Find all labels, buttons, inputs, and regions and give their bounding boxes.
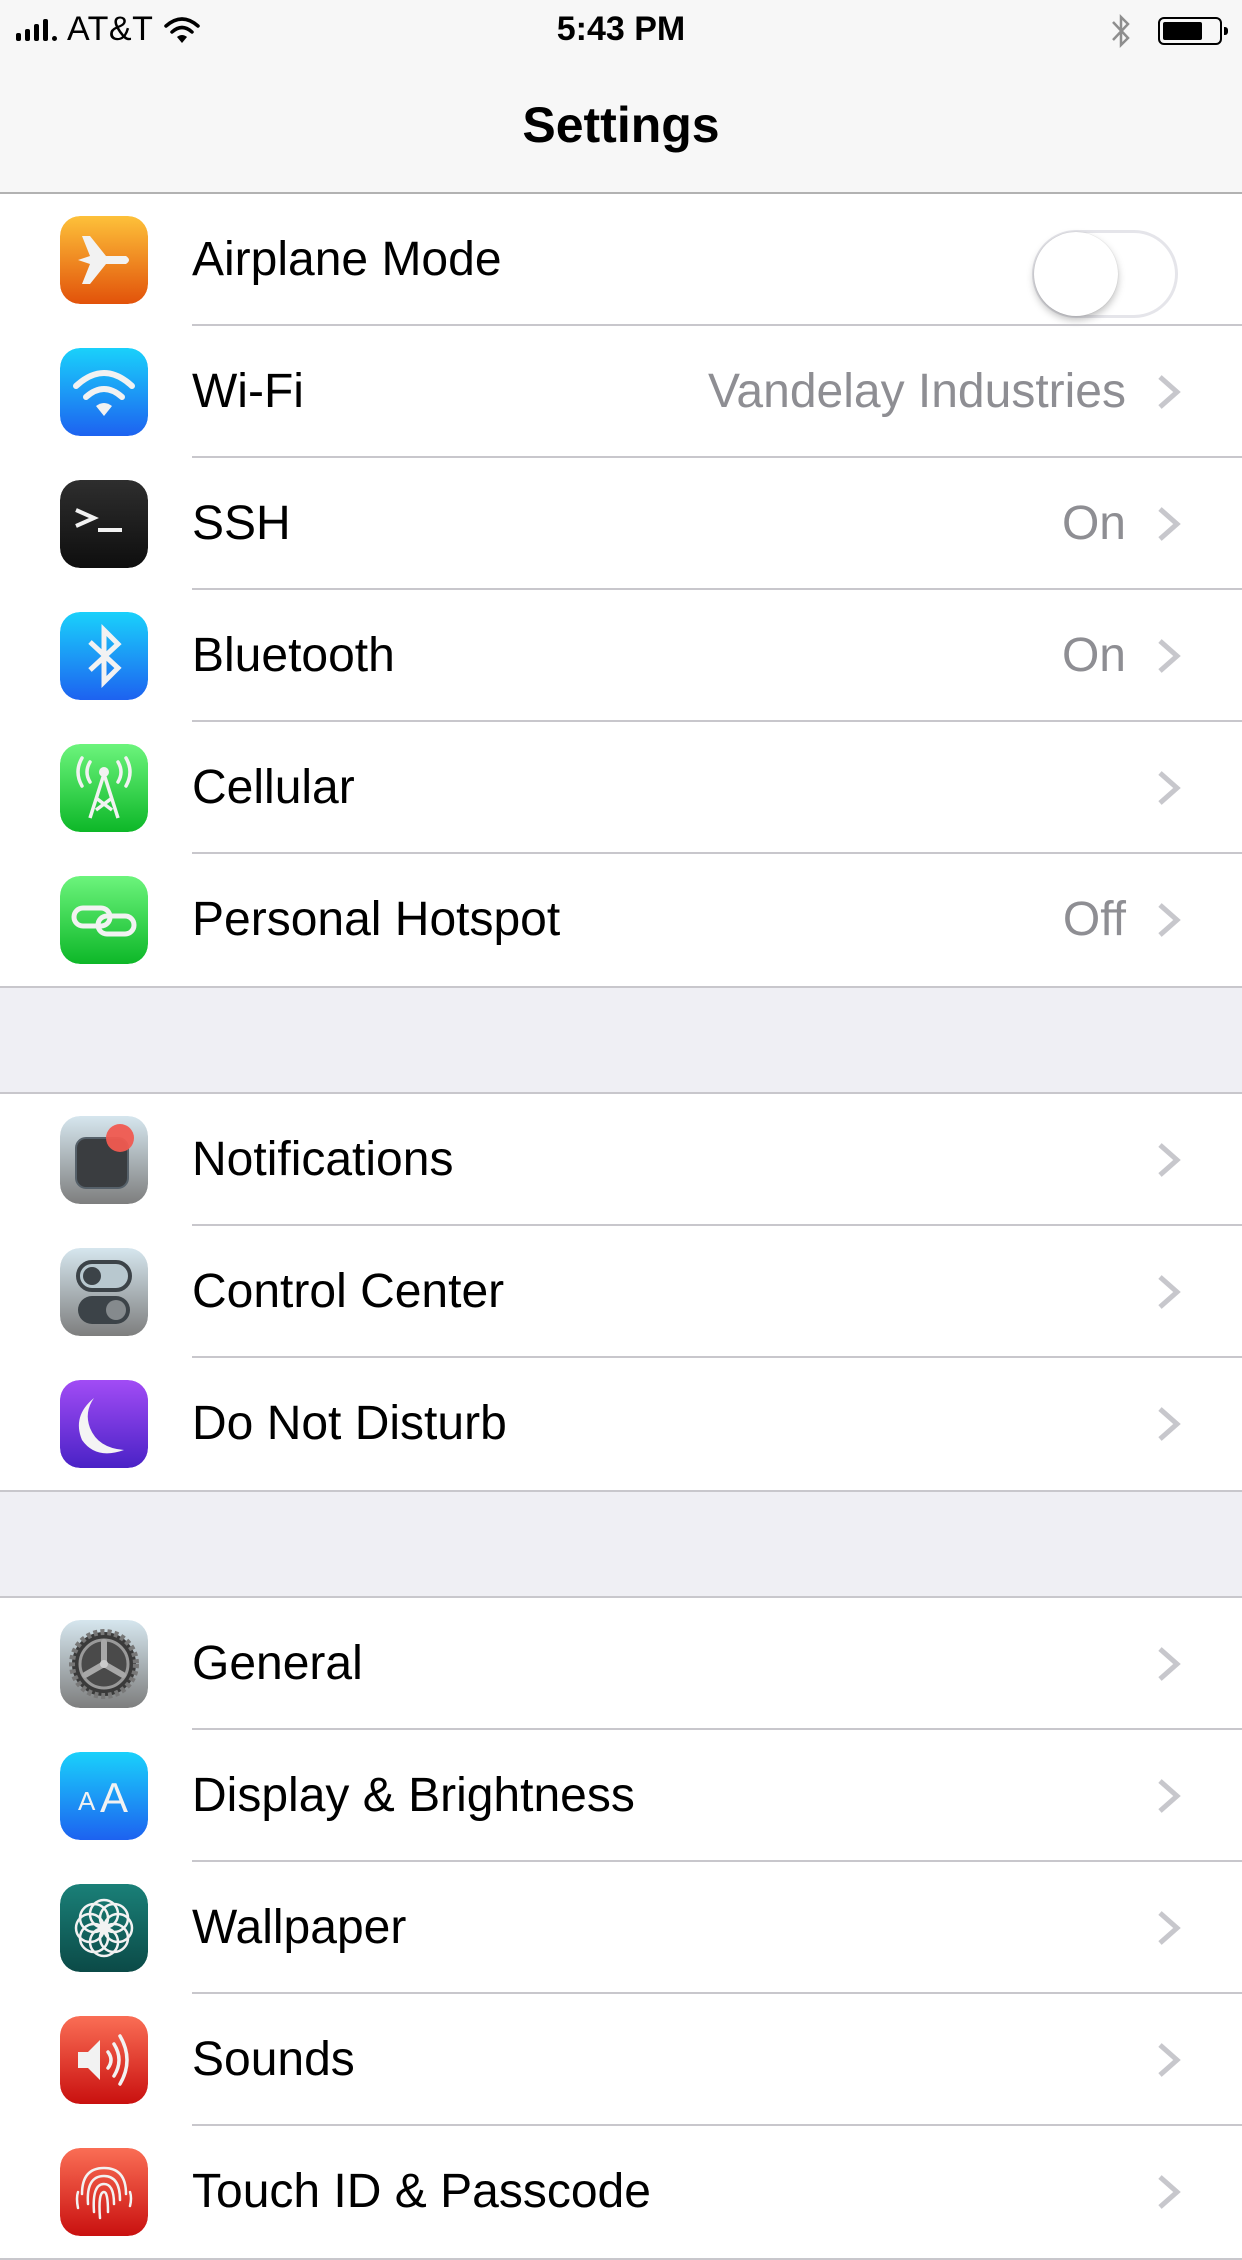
row-label: Cellular xyxy=(192,761,355,814)
row-label: Notifications xyxy=(192,1133,454,1186)
wifi-icon xyxy=(60,348,148,436)
settings-row-wi-fi[interactable]: Wi-Fi Vandelay Industries xyxy=(0,326,1242,458)
row-label: Touch ID & Passcode xyxy=(192,2165,651,2218)
svg-text:A: A xyxy=(78,1786,96,1816)
settings-row-cellular[interactable]: Cellular xyxy=(0,722,1242,854)
moon-icon xyxy=(60,1380,148,1468)
gear-icon xyxy=(60,1620,148,1708)
status-right xyxy=(1110,12,1228,50)
hotspot-link-icon xyxy=(60,876,148,964)
chevron-right-icon xyxy=(1156,638,1182,674)
settings-group-3: General A A Display & Brightness Wallpaper So… xyxy=(0,1596,1242,2260)
settings-row-general[interactable]: General xyxy=(0,1598,1242,1730)
settings-row-airplane-mode[interactable]: Airplane Mode xyxy=(0,194,1242,326)
row-label: Airplane Mode xyxy=(192,233,502,286)
chevron-right-icon xyxy=(1156,506,1182,542)
notifications-icon xyxy=(60,1116,148,1204)
settings-list: Airplane Mode Wi-Fi Vandelay Industries SSH… xyxy=(0,194,1242,2260)
settings-row-display-and-brightness[interactable]: A A Display & Brightness xyxy=(0,1730,1242,1862)
battery-fill xyxy=(1163,22,1202,40)
row-label: Personal Hotspot xyxy=(192,893,561,946)
battery-icon xyxy=(1158,17,1228,45)
row-label: Wi-Fi xyxy=(192,365,304,418)
status-bar: AT&T 5:43 PM xyxy=(0,0,1242,64)
row-value: On xyxy=(1061,629,1126,682)
bluetooth-icon xyxy=(60,612,148,700)
status-time: 5:43 PM xyxy=(556,10,686,48)
row-label: Do Not Disturb xyxy=(192,1397,507,1450)
settings-row-wallpaper[interactable]: Wallpaper xyxy=(0,1862,1242,1994)
settings-group-1: Airplane Mode Wi-Fi Vandelay Industries SSH… xyxy=(0,194,1242,988)
svg-text:A: A xyxy=(100,1774,128,1821)
chevron-right-icon xyxy=(1156,2174,1182,2210)
settings-row-control-center[interactable]: Control Center xyxy=(0,1226,1242,1358)
settings-row-personal-hotspot[interactable]: Personal Hotspot Off xyxy=(0,854,1242,986)
settings-row-do-not-disturb[interactable]: Do Not Disturb xyxy=(0,1358,1242,1490)
row-label: Display & Brightness xyxy=(192,1769,635,1822)
cellular-tower-icon xyxy=(60,744,148,832)
chevron-right-icon xyxy=(1156,1406,1182,1442)
chevron-right-icon xyxy=(1156,1910,1182,1946)
control-center-icon xyxy=(60,1248,148,1336)
row-label: Wallpaper xyxy=(192,1901,407,1954)
chevron-right-icon xyxy=(1156,374,1182,410)
settings-row-bluetooth[interactable]: Bluetooth On xyxy=(0,590,1242,722)
bluetooth-status-icon xyxy=(1112,13,1130,49)
settings-row-sounds[interactable]: Sounds xyxy=(0,1994,1242,2126)
chevron-right-icon xyxy=(1156,1274,1182,1310)
chevron-right-icon xyxy=(1156,1142,1182,1178)
row-label: General xyxy=(192,1637,363,1690)
row-label: Sounds xyxy=(192,2033,355,2086)
chevron-right-icon xyxy=(1156,770,1182,806)
settings-row-notifications[interactable]: Notifications xyxy=(0,1094,1242,1226)
row-value: On xyxy=(1061,497,1126,550)
chevron-right-icon xyxy=(1156,1778,1182,1814)
airplane-mode-toggle[interactable] xyxy=(1032,230,1182,322)
row-label: SSH xyxy=(192,497,291,550)
settings-row-touch-id-and-passcode[interactable]: Touch ID & Passcode xyxy=(0,2126,1242,2258)
chevron-right-icon xyxy=(1156,2042,1182,2078)
row-value: Vandelay Industries xyxy=(707,365,1126,418)
settings-row-ssh[interactable]: SSH On xyxy=(0,458,1242,590)
speaker-icon xyxy=(60,2016,148,2104)
navigation-bar: Settings xyxy=(0,64,1242,194)
toggle-knob xyxy=(1034,232,1118,316)
display-aa-icon: AA xyxy=(60,1752,148,1840)
airplane-icon xyxy=(60,216,148,304)
chevron-right-icon xyxy=(1156,902,1182,938)
row-value: Off xyxy=(1062,893,1126,946)
page-title: Settings xyxy=(522,97,720,153)
wallpaper-flower-icon xyxy=(60,1884,148,1972)
settings-group-2: Notifications Control Center Do Not Distur… xyxy=(0,1092,1242,1492)
terminal-icon xyxy=(60,480,148,568)
chevron-right-icon xyxy=(1156,1646,1182,1682)
fingerprint-icon xyxy=(60,2148,148,2236)
row-label: Bluetooth xyxy=(192,629,395,682)
row-label: Control Center xyxy=(192,1265,505,1318)
